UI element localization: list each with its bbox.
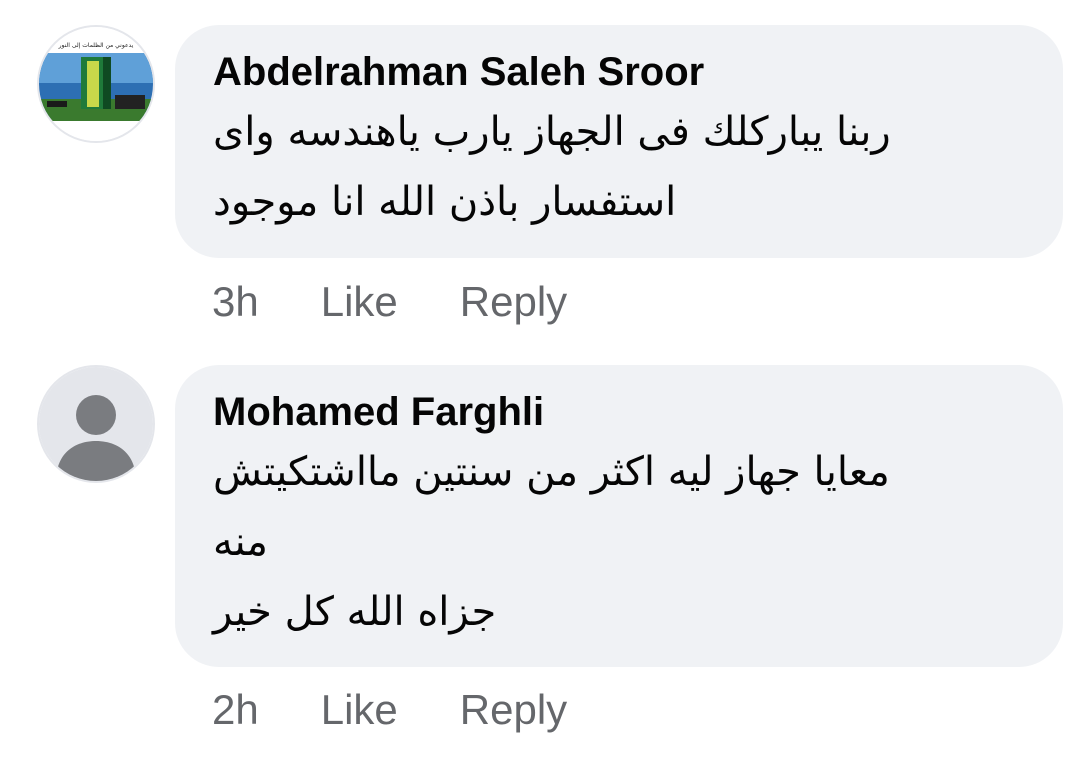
avatar-caption: يدعوني من الظلمات إلى النور: [58, 42, 134, 49]
avatar[interactable]: يدعوني من الظلمات إلى النور: [37, 25, 155, 143]
comment-actions: 3h Like Reply: [212, 278, 567, 326]
like-button[interactable]: Like: [321, 686, 398, 734]
default-avatar-icon: [39, 367, 153, 481]
author-name[interactable]: Abdelrahman Saleh Sroor: [213, 47, 1025, 97]
reply-button[interactable]: Reply: [460, 278, 567, 326]
comment-text-line: جزاه الله كل خير: [213, 589, 497, 635]
comment-bubble: Mohamed Farghli معايا جهاز ليه اكثر من س…: [175, 365, 1063, 667]
timestamp[interactable]: 2h: [212, 686, 259, 734]
avatar-image: يدعوني من الظلمات إلى النور: [39, 27, 153, 141]
comment-text-line: منه: [213, 519, 268, 565]
timestamp[interactable]: 3h: [212, 278, 259, 326]
like-button[interactable]: Like: [321, 278, 398, 326]
reply-button[interactable]: Reply: [460, 686, 567, 734]
comment-text-line: معايا جهاز ليه اكثر من سنتين مااشتكيتش: [213, 449, 890, 495]
comment-actions: 2h Like Reply: [212, 686, 567, 734]
comment-bubble: Abdelrahman Saleh Sroor ربنا يباركلك فى …: [175, 25, 1063, 258]
avatar[interactable]: [37, 365, 155, 483]
comment-text-line: استفسار باذن الله انا موجود: [213, 179, 677, 225]
comment-text-line: ربنا يباركلك فى الجهاز يارب ياهندسه واى: [213, 109, 891, 155]
author-name[interactable]: Mohamed Farghli: [213, 387, 1025, 437]
